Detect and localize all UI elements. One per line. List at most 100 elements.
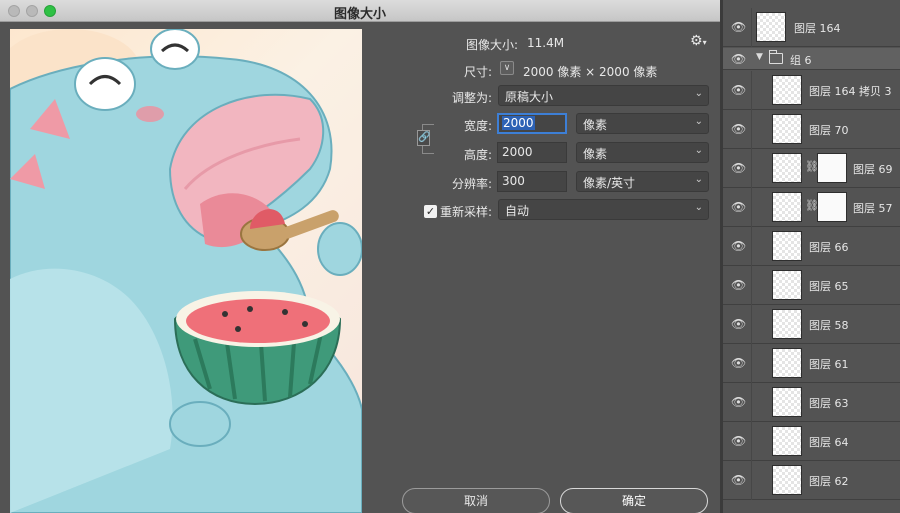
cancel-button[interactable]: 取消 (402, 488, 550, 513)
eye-icon[interactable]: 👁 (731, 161, 746, 175)
dimensions-label: 尺寸: (463, 65, 492, 79)
layer-thumbnail (772, 426, 802, 456)
resolution-unit-value: 像素/英寸 (583, 176, 636, 190)
eye-icon[interactable]: 👁 (731, 200, 746, 214)
visibility-column-divider (751, 8, 752, 47)
eye-icon[interactable]: 👁 (731, 52, 746, 66)
width-unit-value: 像素 (583, 118, 608, 132)
width-label: 宽度: (463, 119, 492, 133)
width-input[interactable]: 2000 (497, 113, 567, 134)
visibility-column-divider (751, 110, 752, 149)
layer-thumbnail (772, 75, 802, 105)
layer-thumbnail (772, 192, 802, 222)
layer-name: 图层 69 (853, 163, 893, 176)
visibility-column-divider (751, 227, 752, 266)
eye-icon[interactable]: 👁 (731, 434, 746, 448)
layer-mask-thumbnail[interactable] (817, 192, 847, 222)
layer-name: 图层 66 (809, 241, 849, 254)
layer-thumbnail (772, 387, 802, 417)
width-value: 2000 (502, 116, 535, 130)
resolution-unit-select[interactable]: 像素/英寸 ⌄ (576, 171, 709, 192)
chevron-down-icon: ⌄ (694, 88, 703, 99)
layer-thumbnail (772, 465, 802, 495)
layer-row[interactable]: 👁 图层 164 拷贝 3 (723, 71, 900, 110)
eye-icon[interactable]: 👁 (731, 278, 746, 292)
image-size-value: 11.4M (527, 36, 565, 50)
visibility-column-divider (751, 422, 752, 461)
layer-row[interactable]: 👁 图层 65 (723, 266, 900, 305)
layer-thumbnail (772, 153, 802, 183)
preview-illustration (10, 29, 362, 513)
layer-row[interactable]: 👁 ⛓ 图层 57 (723, 188, 900, 227)
visibility-column-divider (751, 266, 752, 305)
folder-icon (769, 50, 783, 64)
layer-row[interactable]: 👁 图层 70 (723, 110, 900, 149)
dimensions-value: 2000 像素 × 2000 像素 (523, 65, 658, 79)
image-size-dialog: 图像大小 图像大小: 11.4M ⚙▾ 尺寸: ∨ 2000 像素 × 2000… (0, 0, 720, 513)
group-name: 组 6 (790, 54, 812, 67)
layer-row[interactable]: 👁 图层 66 (723, 227, 900, 266)
ok-button[interactable]: 确定 (560, 488, 708, 513)
layer-thumbnail (772, 348, 802, 378)
eye-icon[interactable]: 👁 (731, 239, 746, 253)
layers-panel: 👁 图层 164 👁 ▼ 组 6 👁 图层 164 拷贝 3 👁 图层 70 👁 (720, 0, 900, 513)
layer-name: 图层 70 (809, 124, 849, 137)
chevron-down-icon: ⌄ (694, 202, 703, 213)
chevron-down-icon: ⌄ (694, 145, 703, 156)
image-size-label: 图像大小: (465, 38, 518, 52)
layer-thumbnail (772, 231, 802, 261)
eye-icon[interactable]: 👁 (731, 20, 746, 34)
layer-thumbnail (772, 270, 802, 300)
eye-icon[interactable]: 👁 (731, 83, 746, 97)
layer-row[interactable]: 👁 图层 58 (723, 305, 900, 344)
visibility-column-divider (751, 383, 752, 422)
layer-name: 图层 64 (809, 436, 849, 449)
layer-mask-thumbnail[interactable] (817, 153, 847, 183)
resolution-input[interactable]: 300 (497, 171, 567, 192)
resolution-value: 300 (502, 174, 525, 188)
layer-row[interactable]: 👁 图层 64 (723, 422, 900, 461)
dimensions-unit-dropdown-icon[interactable]: ∨ (500, 61, 514, 75)
eye-icon[interactable]: 👁 (731, 356, 746, 370)
layer-row[interactable]: 👁 图层 164 (723, 8, 900, 47)
height-unit-select[interactable]: 像素 ⌄ (576, 142, 709, 163)
layer-group-row[interactable]: 👁 ▼ 组 6 (723, 48, 900, 70)
layer-name: 图层 57 (853, 202, 893, 215)
layer-name: 图层 164 拷贝 3 (809, 85, 892, 98)
image-preview[interactable] (10, 29, 362, 513)
resample-method-select[interactable]: 自动 ⌄ (498, 199, 709, 220)
fit-to-label: 调整为: (451, 91, 492, 105)
visibility-column-divider (751, 344, 752, 383)
height-unit-value: 像素 (583, 147, 608, 161)
layer-row[interactable]: 👁 图层 61 (723, 344, 900, 383)
height-value: 2000 (502, 145, 533, 159)
height-input[interactable]: 2000 (497, 142, 567, 163)
window-title: 图像大小 (333, 7, 386, 22)
layer-name: 图层 63 (809, 397, 849, 410)
layer-row[interactable]: 👁 ⛓ 图层 69 (723, 149, 900, 188)
chevron-down-icon[interactable]: ▼ (756, 52, 763, 62)
layer-name: 图层 65 (809, 280, 849, 293)
visibility-column-divider (751, 305, 752, 344)
eye-icon[interactable]: 👁 (731, 122, 746, 136)
layer-row[interactable]: 👁 图层 63 (723, 383, 900, 422)
layer-thumbnail (772, 114, 802, 144)
settings-gear-icon[interactable]: ⚙▾ (690, 33, 707, 49)
visibility-column-divider (751, 149, 752, 188)
eye-icon[interactable]: 👁 (731, 473, 746, 487)
title-bar[interactable]: 图像大小 (0, 0, 720, 22)
resolution-label: 分辨率: (451, 177, 492, 191)
width-unit-select[interactable]: 像素 ⌄ (576, 113, 709, 134)
visibility-column-divider (751, 71, 752, 110)
layer-row[interactable]: 👁 图层 62 (723, 461, 900, 500)
layer-name: 图层 61 (809, 358, 849, 371)
chevron-down-icon: ⌄ (694, 174, 703, 185)
layer-thumbnail (756, 12, 786, 42)
resample-label: 重新采样: (439, 205, 492, 219)
fit-to-value: 原稿大小 (505, 90, 554, 104)
eye-icon[interactable]: 👁 (731, 317, 746, 331)
visibility-column-divider (751, 461, 752, 500)
layer-name: 图层 58 (809, 319, 849, 332)
eye-icon[interactable]: 👁 (731, 395, 746, 409)
fit-to-select[interactable]: 原稿大小 ⌄ (498, 85, 709, 106)
